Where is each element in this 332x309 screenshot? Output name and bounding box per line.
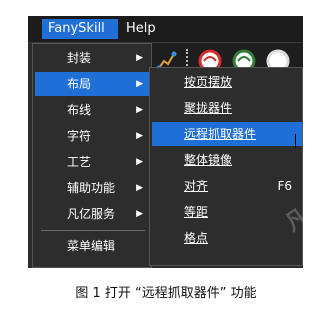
menu-item-label: 辅助功能	[67, 181, 116, 195]
submenu-arrow-icon: ▶	[136, 79, 143, 89]
menu-item-label: 菜单编辑	[67, 239, 116, 253]
menu-item-label: 字符	[67, 129, 92, 143]
submenu-item-mirror[interactable]: 整体镜像	[152, 148, 302, 172]
menu-item-assist[interactable]: 辅助功能 ▶	[35, 176, 149, 200]
submenu-arrow-icon: ▶	[136, 53, 143, 63]
menu-item-process[interactable]: 工艺 ▶	[35, 150, 149, 174]
submenu-arrow-icon: ▶	[136, 105, 143, 115]
menu-fanyskill-label: FanySkill	[48, 21, 105, 36]
menu-item-label: 封装	[67, 51, 92, 65]
menu-separator	[41, 230, 145, 231]
menu-item-label: 凡亿服务	[67, 207, 116, 221]
figure-caption: 图 1 打开 “远程抓取器件” 功能	[75, 286, 257, 301]
submenu-arrow-icon: ▶	[136, 131, 143, 141]
menu-item-silkscreen[interactable]: 字符 ▶	[35, 124, 149, 148]
menu-item-footprint[interactable]: 封装 ▶	[35, 46, 149, 70]
submenu-item-align[interactable]: 对齐 F6	[152, 174, 302, 198]
menu-help[interactable]: Help	[120, 19, 160, 39]
fanyskill-dropdown: 封装 ▶ 布局 ▶ 布线 ▶ 字符 ▶ 工艺 ▶ 辅助功能 ▶ 凡亿服务 ▶ 菜…	[32, 43, 152, 268]
submenu-item-label: 对齐	[184, 179, 209, 193]
submenu-item-label: 等距	[184, 205, 209, 219]
menu-item-layout[interactable]: 布局 ▶	[35, 72, 149, 96]
menu-item-routing[interactable]: 布线 ▶	[35, 98, 149, 122]
submenu-item-remote-grab[interactable]: 远程抓取器件	[152, 122, 302, 146]
menu-bar: FanySkill Help	[28, 16, 303, 43]
menu-item-service[interactable]: 凡亿服务 ▶	[35, 202, 149, 226]
submenu-arrow-icon: ▶	[136, 209, 143, 219]
text-cursor	[295, 134, 296, 148]
submenu-item-label: 聚拢器件	[184, 101, 233, 115]
menu-fanyskill[interactable]: FanySkill	[42, 19, 118, 39]
menu-item-label: 布线	[67, 103, 92, 117]
shortcut-label: F6	[277, 179, 292, 193]
submenu-item-place-by-page[interactable]: 按页摆放	[152, 70, 302, 94]
layout-submenu: 按页摆放 聚拢器件 远程抓取器件 整体镜像 对齐 F6 等距 格点	[149, 67, 303, 266]
submenu-arrow-icon: ▶	[136, 157, 143, 167]
submenu-item-label: 远程抓取器件	[184, 127, 257, 141]
submenu-item-grid[interactable]: 格点	[152, 226, 302, 250]
submenu-item-label: 格点	[184, 231, 209, 245]
menu-item-label: 布局	[67, 77, 92, 91]
submenu-item-label: 整体镜像	[184, 153, 233, 167]
submenu-arrow-icon: ▶	[136, 183, 143, 193]
menu-item-label: 工艺	[67, 155, 92, 169]
submenu-item-label: 按页摆放	[184, 75, 233, 89]
screenshot-region: FanySkill Help 封装 ▶ 布局 ▶ 布线 ▶ 字符 ▶ 工艺 ▶ …	[28, 16, 303, 268]
submenu-item-gather-parts[interactable]: 聚拢器件	[152, 96, 302, 120]
menu-help-label: Help	[126, 21, 156, 36]
menu-item-menu-edit[interactable]: 菜单编辑	[35, 234, 149, 258]
